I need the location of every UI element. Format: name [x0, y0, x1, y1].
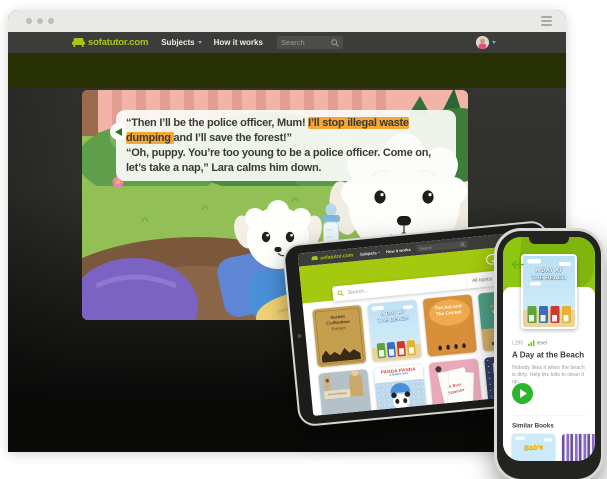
- detective-art: [349, 374, 364, 397]
- book-cover-a-scandal-in-bohemia[interactable]: Sherlock Holmes A Scandalin Bohemia: [318, 369, 372, 416]
- book-cover-a-day-at-the-beach: A DAY ATTHE BEACH: [523, 256, 575, 327]
- tablet-camera: [297, 333, 301, 337]
- chevron-down-icon: [492, 41, 496, 44]
- phone-mockup: A DAY ATTHE BEACH L290: [497, 231, 601, 479]
- phone-screen: A DAY ATTHE BEACH L290: [503, 237, 595, 461]
- book-cover-card[interactable]: A DAY ATTHE BEACH: [521, 254, 577, 329]
- search-icon: [460, 242, 465, 247]
- back-arrow-icon[interactable]: [511, 260, 524, 269]
- sofatutor-logo[interactable]: sofatutor.com: [72, 37, 148, 48]
- similar-books-heading: Similar Books: [512, 422, 554, 429]
- caption-line-4: let’s take a nap,” Lara calms him down.: [126, 161, 446, 176]
- book-title: A Day at the Beach: [512, 351, 584, 360]
- avatar: [476, 36, 489, 49]
- ants-art: [427, 342, 476, 352]
- sofa-icon: [72, 38, 85, 47]
- similar-books-row: Bob's: [512, 434, 595, 461]
- book-cover-a-day-at-the-beach[interactable]: A DAY ATTHE BEACH: [367, 300, 421, 362]
- search-icon: [337, 290, 344, 297]
- book-cover-bobs[interactable]: Bob's: [512, 434, 555, 461]
- logo-text[interactable]: sofatutor.com: [320, 252, 353, 261]
- recycling-bins-art: [523, 306, 575, 323]
- book-cover-birch[interactable]: [562, 434, 595, 461]
- caption-line-2: dumping and I’ll save the forest!”: [126, 131, 446, 146]
- window-controls: [26, 18, 54, 24]
- search-input[interactable]: Search: [277, 36, 343, 49]
- chevron-down-icon: [378, 252, 380, 254]
- book-cover-a-busy-semester[interactable]: A BusySemester: [429, 358, 483, 416]
- header-band: [8, 53, 566, 88]
- audio-play-icon[interactable]: [110, 123, 127, 140]
- caption-line-3: “Oh, puppy. You’re too young to be a pol…: [126, 146, 446, 161]
- chevron-down-icon: [198, 41, 202, 44]
- level-code: L290: [512, 340, 523, 346]
- caption-line-1: “Then I’ll be the police officer, Mum! I…: [126, 116, 446, 131]
- highlighted-text: I’ll stop illegal waste: [308, 117, 409, 129]
- nav-subjects[interactable]: Subjects: [161, 38, 201, 47]
- book-cover-panda-panda[interactable]: PANDA PANDAA RAINY DAY: [374, 364, 428, 416]
- main-navbar: sofatutor.com Subjects How it works Sear…: [8, 32, 566, 53]
- close-button[interactable]: [26, 18, 32, 24]
- maximize-button[interactable]: [48, 18, 54, 24]
- browser-menu-icon[interactable]: [541, 16, 552, 26]
- silhouette-art: [321, 344, 361, 363]
- book-cover-the-ant-and-the-cricket[interactable]: The Ant andThe Cricket: [423, 294, 477, 356]
- logo-text: sofatutor.com: [88, 37, 148, 48]
- level-bars-icon: [528, 340, 535, 346]
- nav-how-it-works[interactable]: How it works: [214, 38, 263, 47]
- account-menu[interactable]: [476, 36, 496, 49]
- play-button[interactable]: [512, 383, 533, 404]
- phone-notch: [529, 237, 569, 244]
- story-caption: “Then I’ll be the police officer, Mum! I…: [116, 110, 456, 181]
- screenshot-stage: sofatutor.com Subjects How it works Sear…: [0, 0, 607, 452]
- browser-chrome-bar: [8, 10, 566, 32]
- nav-how-it-works[interactable]: How it works: [386, 247, 411, 254]
- highlighted-text: dumping: [126, 132, 174, 144]
- panda-face-art: [392, 393, 410, 410]
- sofa-icon: [311, 256, 318, 262]
- search-icon: [331, 39, 339, 47]
- minimize-button[interactable]: [37, 18, 43, 24]
- divider: [466, 277, 467, 286]
- book-cover-ancient-civilisations[interactable]: Ancient Civilisations Europe: [312, 305, 366, 367]
- book-meta-row: L290 level: [512, 340, 586, 346]
- divider: [512, 415, 586, 416]
- topics-filter[interactable]: All topics: [472, 276, 492, 283]
- nav-subjects[interactable]: Subjects: [360, 250, 381, 256]
- level-indicator: level: [528, 340, 547, 346]
